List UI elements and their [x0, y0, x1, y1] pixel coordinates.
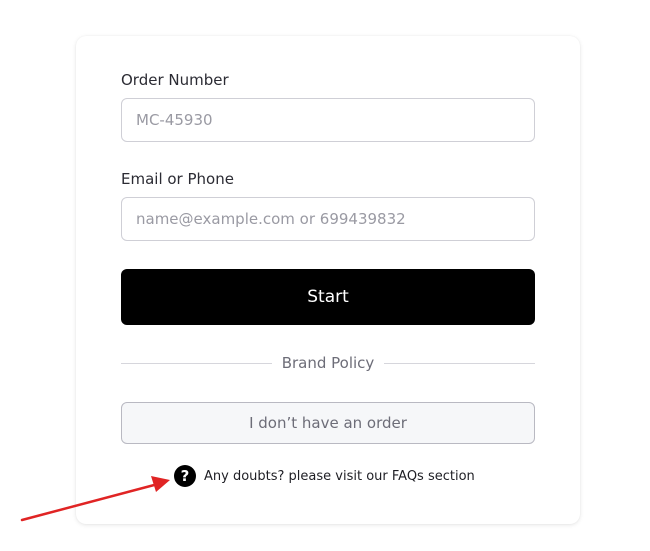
brand-policy-link[interactable]: Brand Policy — [272, 354, 385, 372]
order-number-input[interactable] — [121, 98, 535, 142]
start-button[interactable]: Start — [121, 269, 535, 325]
no-order-button[interactable]: I don’t have an order — [121, 402, 535, 444]
brand-policy-divider: Brand Policy — [121, 352, 535, 374]
contact-label: Email or Phone — [121, 170, 234, 188]
divider-line-left — [121, 362, 272, 364]
divider-line-right — [384, 362, 535, 364]
email-or-phone-input[interactable] — [121, 197, 535, 241]
faq-row: ? Any doubts? please visit our FAQs sect… — [174, 465, 475, 487]
order-number-label: Order Number — [121, 71, 229, 89]
question-icon[interactable]: ? — [174, 465, 196, 487]
faq-link[interactable]: Any doubts? please visit our FAQs sectio… — [204, 469, 475, 484]
